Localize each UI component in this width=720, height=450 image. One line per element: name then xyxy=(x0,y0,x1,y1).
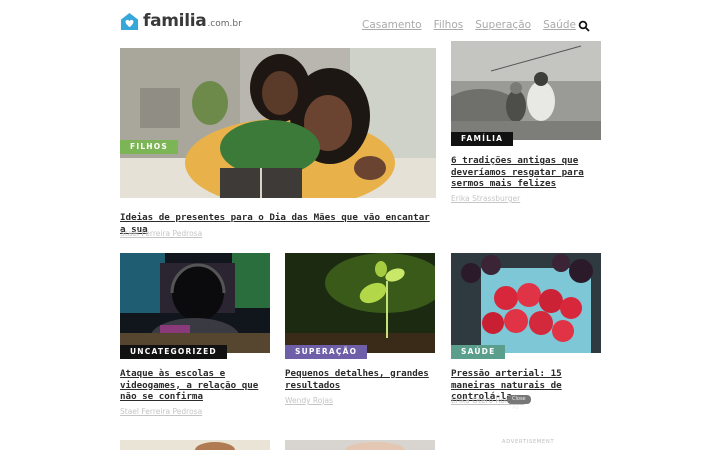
article-author[interactable]: Stael Ferreira Pedrosa xyxy=(120,229,202,238)
article-image-sprout[interactable] xyxy=(285,253,435,353)
article-image-partial[interactable] xyxy=(285,440,435,450)
article-image-traditions[interactable] xyxy=(451,41,601,140)
advertisement-label: ADVERTISEMENT xyxy=(502,439,555,445)
site-logo[interactable]: familia .com.br xyxy=(120,11,242,31)
article-title[interactable]: Pequenos detalhes, grandes resultados xyxy=(285,368,435,391)
close-ad-tooltip[interactable]: Close Ad xyxy=(507,395,531,411)
article-author[interactable]: Stael Ferreira Pedrosa xyxy=(120,407,202,416)
article-author[interactable]: Erika Strassburger xyxy=(451,194,520,203)
article-author[interactable]: Wendy Rojas xyxy=(285,396,333,405)
article-image-berries[interactable] xyxy=(451,253,601,353)
category-tag-saude[interactable]: SAÚDE xyxy=(451,345,506,359)
logo-wordmark: familia xyxy=(143,11,207,31)
category-tag-superacao[interactable]: SUPERAÇÃO xyxy=(285,345,368,359)
category-tag-uncategorized[interactable]: UNCATEGORIZED xyxy=(120,345,227,359)
article-title[interactable]: Ataque às escolas e videogames, a relaçã… xyxy=(120,368,270,403)
article-image-mothers-day[interactable] xyxy=(120,48,436,198)
logo-domain: .com.br xyxy=(207,18,242,29)
nav-filhos[interactable]: Filhos xyxy=(434,19,464,31)
nav-casamento[interactable]: Casamento xyxy=(362,19,422,31)
category-tag-familia[interactable]: FAMÍLIA xyxy=(451,132,514,146)
article-title[interactable]: 6 tradições antigas que deveríamos resga… xyxy=(451,155,591,190)
nav-saude[interactable]: Saúde xyxy=(543,19,576,31)
article-image-videogames[interactable] xyxy=(120,253,270,353)
site-header: familia .com.br Casamento Filhos Superaç… xyxy=(0,0,720,40)
category-tag-filhos[interactable]: FILHOS xyxy=(120,140,178,154)
heart-house-logo-icon xyxy=(120,12,139,30)
main-nav: Casamento Filhos Superação Saúde xyxy=(362,19,576,31)
article-image-partial[interactable] xyxy=(120,440,270,450)
nav-superacao[interactable]: Superação xyxy=(475,19,531,31)
search-icon[interactable] xyxy=(578,20,590,32)
